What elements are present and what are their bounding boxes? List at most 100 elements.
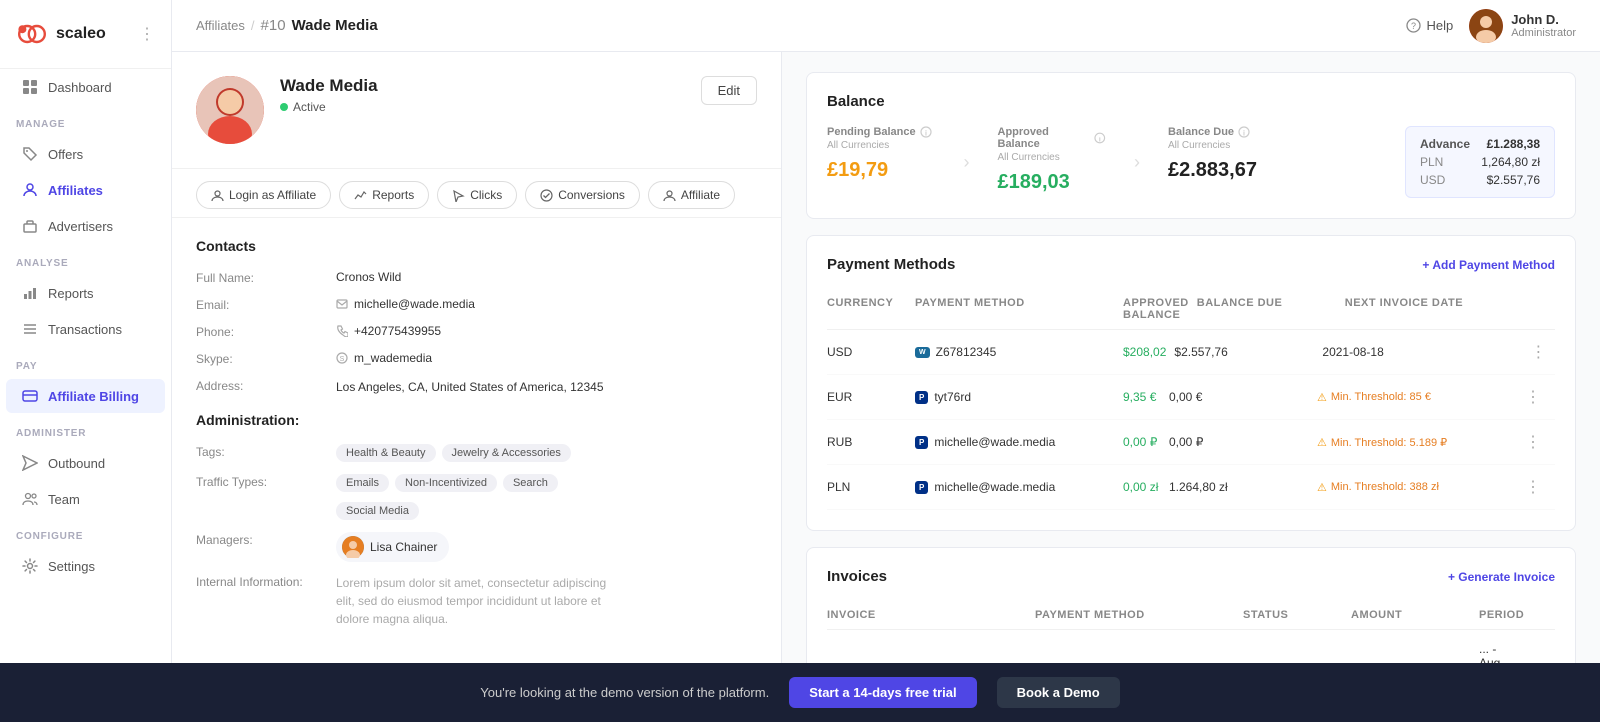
inv-col-invoice: Invoice — [827, 609, 1027, 621]
invoices-header: Invoices + Generate Invoice — [827, 568, 1555, 585]
pln-currency: PLN — [1420, 155, 1443, 169]
contact-row-address: Address: Los Angeles, CA, United States … — [196, 378, 757, 396]
sidebar-item-dashboard[interactable]: Dashboard — [6, 70, 165, 104]
phone-value: +420775439955 — [336, 324, 441, 338]
reports-label: Reports — [48, 286, 94, 301]
balance-title: Balance — [827, 93, 1555, 110]
svg-text:i: i — [1099, 136, 1101, 143]
approved-amount: £189,03 — [998, 171, 1107, 194]
due-sub: All Currencies — [1168, 140, 1277, 151]
balance-cards: Pending Balance i All Currencies £19,79 … — [827, 126, 1555, 198]
tag-emails: Emails — [336, 474, 389, 492]
approved-label: Approved Balance i — [998, 126, 1107, 150]
tag-jewelry: Jewelry & Accessories — [442, 444, 571, 462]
reports-tab[interactable]: Reports — [339, 181, 429, 209]
email-label: Email: — [196, 297, 336, 312]
demo-text: You're looking at the demo version of th… — [480, 685, 769, 700]
approved-sub: All Currencies — [998, 152, 1107, 163]
due-eur: 0,00 € — [1169, 390, 1309, 404]
administer-label: ADMINISTER — [0, 414, 171, 445]
payment-methods-table-header: Currency Payment Method Approved Balance… — [827, 289, 1555, 330]
sidebar-item-advertisers[interactable]: Advertisers — [6, 209, 165, 243]
full-name-label: Full Name: — [196, 270, 336, 285]
arrow-2: › — [1126, 126, 1148, 198]
pending-sub: All Currencies — [827, 140, 936, 151]
sidebar-item-affiliate-billing[interactable]: Affiliate Billing — [6, 379, 165, 413]
warning-icon-eur: ⚠ — [1317, 391, 1327, 404]
generate-invoice-button[interactable]: + Generate Invoice — [1448, 570, 1555, 584]
action-tabs: Login as Affiliate Reports Clicks Conver… — [172, 169, 781, 218]
breadcrumb-parent[interactable]: Affiliates — [196, 18, 245, 33]
warning-icon-rub: ⚠ — [1317, 436, 1327, 449]
settings-label: Settings — [48, 559, 95, 574]
contacts-title: Contacts — [196, 238, 757, 254]
svg-text:i: i — [925, 131, 927, 138]
pln-value: 1,264,80 zł — [1481, 155, 1540, 169]
clicks-label: Clicks — [470, 188, 502, 202]
add-payment-method-button[interactable]: + Add Payment Method — [1422, 258, 1555, 272]
more-eur[interactable]: ⋮ — [1525, 387, 1555, 407]
contact-row-managers: Managers: Lisa Chainer — [196, 532, 757, 562]
settings-icon — [22, 558, 38, 574]
invoice-table-header: Invoice Payment Method Status Amount Per… — [827, 601, 1555, 630]
due-usd: $2.557,76 — [1174, 345, 1314, 359]
phone-label: Phone: — [196, 324, 336, 339]
info-icon-approved: i — [1094, 132, 1106, 144]
edit-button[interactable]: Edit — [701, 76, 757, 105]
right-panel: Balance Pending Balance i All Currencies… — [782, 52, 1600, 722]
sidebar: scaleo ⋮ Dashboard MANAGE Offers Affilia… — [0, 0, 172, 722]
sidebar-item-reports[interactable]: Reports — [6, 276, 165, 310]
left-panel: Wade Media Active Edit Login as Affiliat… — [172, 52, 782, 722]
currency-usd: USD — [827, 345, 907, 359]
approved-usd: $208,02 — [1123, 345, 1166, 359]
inv-col-status: Status — [1243, 609, 1343, 621]
more-usd[interactable]: ⋮ — [1530, 342, 1560, 362]
login-affiliate-label: Login as Affiliate — [229, 188, 316, 202]
help-button[interactable]: ? Help — [1406, 18, 1453, 33]
more-pln[interactable]: ⋮ — [1525, 477, 1555, 497]
book-demo-button[interactable]: Book a Demo — [997, 677, 1120, 708]
user-icon — [22, 182, 38, 198]
dashboard-label: Dashboard — [48, 80, 112, 95]
sidebar-item-team[interactable]: Team — [6, 482, 165, 516]
profile-info: Wade Media Active — [280, 76, 685, 114]
sidebar-toggle[interactable]: ⋮ — [139, 24, 155, 44]
payment-methods-header: Payment Methods + Add Payment Method — [827, 256, 1555, 273]
approved-rub: 0,00 ₽ — [1123, 435, 1161, 449]
conversions-tab[interactable]: Conversions — [525, 181, 640, 209]
payment-methods-section: Payment Methods + Add Payment Method Cur… — [806, 235, 1576, 531]
sidebar-item-transactions[interactable]: Transactions — [6, 312, 165, 346]
more-rub[interactable]: ⋮ — [1525, 432, 1555, 452]
login-icon — [211, 189, 224, 202]
traffic-label: Traffic Types: — [196, 474, 336, 489]
affiliate-tab[interactable]: Affiliate — [648, 181, 735, 209]
advertisers-label: Advertisers — [48, 219, 113, 234]
start-trial-button[interactable]: Start a 14-days free trial — [789, 677, 976, 708]
sidebar-item-settings[interactable]: Settings — [6, 549, 165, 583]
clicks-tab[interactable]: Clicks — [437, 181, 517, 209]
sidebar-item-affiliates[interactable]: Affiliates — [6, 173, 165, 207]
help-icon: ? — [1406, 18, 1421, 33]
user-name: John D. — [1511, 12, 1576, 27]
approved-eur: 9,35 € — [1123, 390, 1161, 404]
paypal-icon-rub: P — [915, 436, 928, 449]
user-details: John D. Administrator — [1511, 12, 1576, 39]
profile-header: Wade Media Active Edit — [172, 52, 781, 169]
conversions-label: Conversions — [558, 188, 625, 202]
affiliate-tab-label: Affiliate — [681, 188, 720, 202]
due-label: Balance Due i — [1168, 126, 1277, 138]
outbound-label: Outbound — [48, 456, 105, 471]
method-eur: P tyt76rd — [915, 390, 1115, 404]
profile-avatar-img — [196, 76, 264, 144]
affiliates-label: Affiliates — [48, 183, 103, 198]
breadcrumb-current: Wade Media — [292, 17, 378, 34]
user-info: John D. Administrator — [1469, 9, 1576, 43]
inv-col-actions — [1532, 609, 1562, 621]
tags-label: Tags: — [196, 444, 336, 459]
breadcrumb-separator: / — [251, 18, 255, 33]
col-payment-method: Payment Method — [915, 297, 1115, 321]
sidebar-item-offers[interactable]: Offers — [6, 137, 165, 171]
tag-health: Health & Beauty — [336, 444, 436, 462]
login-affiliate-tab[interactable]: Login as Affiliate — [196, 181, 331, 209]
sidebar-item-outbound[interactable]: Outbound — [6, 446, 165, 480]
